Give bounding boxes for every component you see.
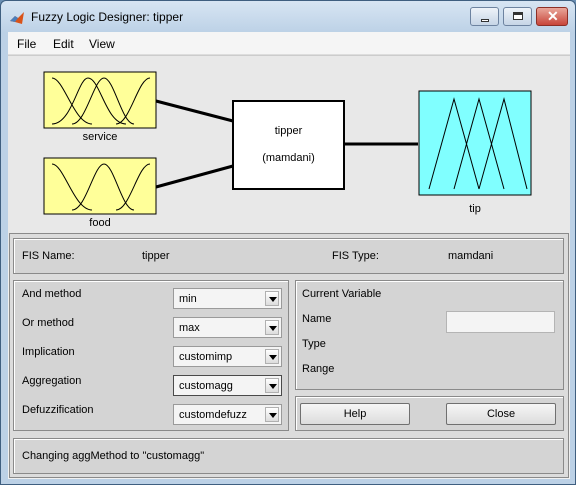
fis-system-block[interactable] bbox=[232, 100, 345, 190]
aggregation-select[interactable]: customagg bbox=[173, 375, 282, 396]
input-food-block[interactable] bbox=[43, 157, 157, 215]
menu-bar: File Edit View bbox=[8, 32, 570, 55]
chevron-down-icon[interactable] bbox=[265, 349, 279, 364]
or-method-label: Or method bbox=[22, 317, 74, 329]
implication-value: customimp bbox=[179, 351, 233, 363]
fis-system-type: (mamdani) bbox=[262, 152, 315, 164]
matlab-app-icon bbox=[10, 12, 24, 24]
or-method-value: max bbox=[179, 322, 200, 334]
chevron-down-icon[interactable] bbox=[265, 378, 279, 393]
methods-panel: And method min Or method max Implication… bbox=[13, 280, 289, 431]
current-variable-panel: Current Variable Name Type Range bbox=[295, 280, 564, 390]
input-service-block[interactable] bbox=[43, 71, 157, 129]
close-window-button[interactable]: ✕ bbox=[536, 7, 568, 26]
fis-type-value: mamdani bbox=[448, 250, 494, 262]
title-bar[interactable]: Fuzzy Logic Designer: tipper ✕ bbox=[1, 1, 575, 33]
and-method-select[interactable]: min bbox=[173, 288, 282, 309]
fis-diagram: service food tipper (mamdani) tip bbox=[8, 55, 570, 260]
properties-area: FIS Name: tipper FIS Type: mamdani And m… bbox=[9, 233, 569, 478]
variable-name-label: Name bbox=[302, 313, 332, 325]
food-connection bbox=[155, 164, 234, 189]
fis-system-name: tipper bbox=[274, 125, 303, 137]
help-button[interactable]: Help bbox=[300, 403, 410, 425]
variable-range-label: Range bbox=[302, 363, 335, 375]
fis-name-label: FIS Name: bbox=[22, 250, 75, 262]
and-method-value: min bbox=[179, 293, 197, 305]
and-method-label: And method bbox=[22, 288, 82, 300]
implication-label: Implication bbox=[22, 346, 75, 358]
input-food-label: food bbox=[89, 217, 111, 229]
close-button[interactable]: Close bbox=[446, 403, 556, 425]
aggregation-value: customagg bbox=[179, 380, 233, 392]
aggregation-label: Aggregation bbox=[22, 375, 82, 387]
chevron-down-icon[interactable] bbox=[265, 320, 279, 335]
status-panel: Changing aggMethod to "customagg" bbox=[13, 438, 564, 474]
minimize-icon bbox=[481, 19, 489, 22]
or-method-select[interactable]: max bbox=[173, 317, 282, 338]
close-icon: ✕ bbox=[547, 8, 559, 24]
chevron-down-icon[interactable] bbox=[265, 407, 279, 422]
fis-name-value: tipper bbox=[142, 250, 170, 262]
client-area: File Edit View service food tipper (mamd… bbox=[8, 32, 570, 479]
fuzzy-logic-designer-window: Fuzzy Logic Designer: tipper ✕ File Edit… bbox=[0, 0, 576, 485]
output-tip-label: tip bbox=[469, 203, 481, 215]
defuzzification-label: Defuzzification bbox=[22, 404, 94, 416]
defuzzification-select[interactable]: customdefuzz bbox=[173, 404, 282, 425]
defuzzification-value: customdefuzz bbox=[179, 409, 247, 421]
fis-info-panel: FIS Name: tipper FIS Type: mamdani bbox=[13, 238, 564, 274]
output-tip-block[interactable] bbox=[418, 90, 532, 196]
menu-edit[interactable]: Edit bbox=[53, 37, 74, 51]
variable-type-label: Type bbox=[302, 338, 326, 350]
service-connection bbox=[155, 99, 234, 123]
window-title: Fuzzy Logic Designer: tipper bbox=[31, 10, 184, 24]
menu-view[interactable]: View bbox=[89, 37, 115, 51]
menu-file[interactable]: File bbox=[17, 37, 36, 51]
maximize-icon bbox=[513, 12, 523, 20]
fis-type-label: FIS Type: bbox=[332, 250, 379, 262]
minimize-button[interactable] bbox=[470, 7, 499, 26]
status-text: Changing aggMethod to "customagg" bbox=[22, 450, 205, 462]
implication-select[interactable]: customimp bbox=[173, 346, 282, 367]
variable-name-field[interactable] bbox=[446, 311, 555, 333]
input-service-label: service bbox=[82, 131, 118, 143]
chevron-down-icon[interactable] bbox=[265, 291, 279, 306]
maximize-button[interactable] bbox=[503, 7, 532, 26]
current-variable-title: Current Variable bbox=[302, 288, 382, 300]
buttons-panel: Help Close bbox=[295, 396, 564, 431]
